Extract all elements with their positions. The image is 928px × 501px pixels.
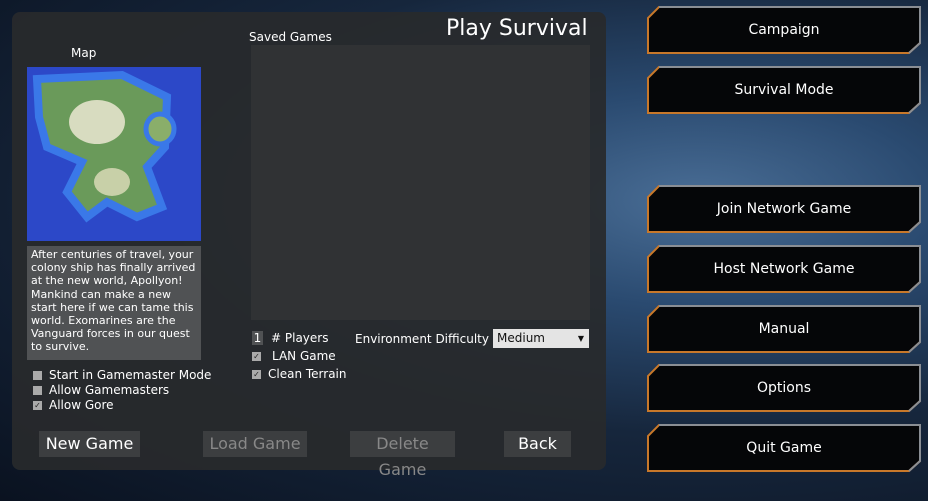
players-label: # Players (271, 331, 329, 345)
new-game-button[interactable]: New Game (39, 431, 140, 457)
menu-button-label: Survival Mode (734, 82, 834, 98)
option-label: Allow Gamemasters (49, 383, 170, 397)
map-preview (27, 67, 201, 241)
difficulty-label: Environment Difficulty (355, 332, 489, 346)
menu-button-quit-game[interactable]: Quit Game (647, 424, 921, 472)
page-title: Play Survival (446, 16, 588, 41)
clean-terrain-label: Clean Terrain (268, 367, 347, 381)
delete-game-button[interactable]: Delete Game (350, 431, 455, 479)
menu-button-label: Options (756, 380, 812, 396)
checkmark-icon: ✓ (252, 370, 261, 379)
saved-games-label: Saved Games (249, 30, 332, 44)
difficulty-select[interactable]: Medium ▼ (493, 329, 589, 348)
map-label: Map (71, 46, 97, 60)
difficulty-value: Medium (497, 331, 545, 345)
menu-button-host-network-game[interactable]: Host Network Game (647, 245, 921, 293)
menu-button-manual[interactable]: Manual (647, 305, 921, 353)
back-button[interactable]: Back (504, 431, 571, 457)
start-gamemaster-checkbox[interactable]: Start in Gamemaster Mode (33, 368, 211, 383)
allow-gore-checkbox[interactable]: ✓ Allow Gore (33, 398, 211, 413)
allow-gamemasters-checkbox[interactable]: Allow Gamemasters (33, 383, 211, 398)
menu-button-label: Quit Game (746, 440, 822, 456)
checkmark-icon: ✓ (33, 401, 42, 410)
players-field[interactable]: 1 (252, 331, 263, 345)
menu-button-options[interactable]: Options (647, 364, 921, 412)
option-label: Allow Gore (49, 398, 114, 412)
checkmark-icon: ✓ (252, 352, 261, 361)
world-description: After centuries of travel, your colony s… (27, 246, 201, 360)
menu-button-survival-mode[interactable]: Survival Mode (647, 66, 921, 114)
menu-button-campaign[interactable]: Campaign (647, 6, 921, 54)
checkbox-icon (33, 371, 42, 380)
menu-button-join-network-game[interactable]: Join Network Game (647, 185, 921, 233)
clean-terrain-checkbox[interactable]: ✓ Clean Terrain (252, 367, 347, 382)
menu-button-label: Manual (758, 321, 810, 337)
lan-label: LAN Game (272, 349, 336, 363)
load-game-button[interactable]: Load Game (203, 431, 307, 457)
menu-button-label: Join Network Game (716, 201, 852, 217)
checkbox-icon (33, 386, 42, 395)
option-label: Start in Gamemaster Mode (49, 368, 212, 382)
menu-button-label: Campaign (748, 22, 820, 38)
menu-button-label: Host Network Game (713, 261, 855, 277)
saved-games-list[interactable] (251, 45, 590, 320)
lan-game-checkbox[interactable]: ✓ LAN Game (252, 349, 347, 367)
chevron-down-icon: ▼ (577, 334, 584, 343)
